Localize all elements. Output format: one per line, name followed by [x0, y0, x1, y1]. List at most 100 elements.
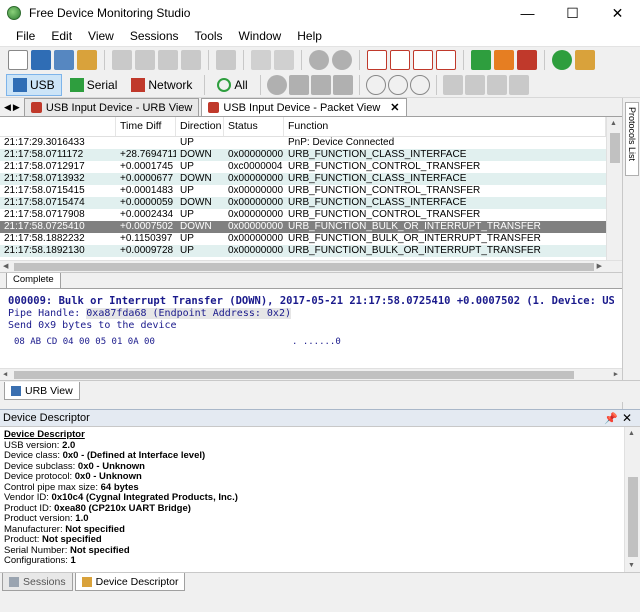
tab-complete[interactable]: Complete: [6, 273, 61, 289]
tab-scroll-right-icon[interactable]: ▶: [13, 102, 20, 113]
grid-vertical-scrollbar[interactable]: ▲: [606, 117, 622, 260]
export-icon[interactable]: [77, 49, 97, 70]
expand-icon[interactable]: [288, 74, 309, 95]
grid-icon[interactable]: [442, 74, 463, 95]
table-row[interactable]: 21:17:58.0711172 +28.7694711 DOWN 0x0000000…: [0, 149, 606, 161]
start-icon[interactable]: [471, 49, 491, 70]
paste-page-icon[interactable]: [274, 49, 294, 70]
cell-direction: UP: [180, 233, 194, 244]
scroll-thumb[interactable]: [628, 477, 638, 557]
scroll-right-icon[interactable]: ▶: [597, 262, 602, 270]
menu-view[interactable]: View: [80, 29, 122, 43]
col-header-time[interactable]: [0, 117, 116, 136]
table-row[interactable]: 21:17:58.0713932 +0.0000677 DOWN 0x00000000…: [0, 173, 606, 185]
scroll-thumb[interactable]: [14, 263, 594, 271]
save-icon[interactable]: [31, 49, 51, 70]
tab-urb-view-bottom[interactable]: URB View: [4, 382, 80, 400]
tab-scroll-left-icon[interactable]: ◀: [4, 102, 11, 113]
settings-icon[interactable]: [309, 49, 329, 70]
col-header-function[interactable]: Function: [284, 117, 606, 136]
filter-serial-button[interactable]: Serial: [64, 74, 124, 96]
stop-icon[interactable]: [517, 49, 537, 70]
scroll-left-icon[interactable]: ◀: [3, 370, 7, 378]
session-add-icon[interactable]: [390, 49, 410, 70]
cell-status: [224, 137, 284, 149]
scroll-down-icon[interactable]: ▼: [628, 562, 635, 569]
table-row[interactable]: 21:17:58.1892130 +0.0009728 UP 0x00000000 UR…: [0, 245, 606, 257]
list-icon[interactable]: [464, 74, 485, 95]
window-title: Free Device Monitoring Studio: [29, 6, 191, 20]
close-tab-icon[interactable]: ✕: [390, 101, 399, 114]
tab-urb-view[interactable]: USB Input Device - URB View: [23, 98, 200, 116]
menu-edit[interactable]: Edit: [43, 29, 80, 43]
menu-tools[interactable]: Tools: [187, 29, 231, 43]
copy-page-icon[interactable]: [251, 49, 271, 70]
detail-horizontal-scrollbar[interactable]: ◀ ▶: [0, 368, 622, 380]
scroll-up-icon[interactable]: ▲: [628, 430, 635, 437]
filter-serial-label: Serial: [86, 77, 118, 92]
close-panel-icon[interactable]: ✕: [622, 411, 632, 425]
menu-help[interactable]: Help: [289, 29, 330, 43]
tab-packet-view[interactable]: USB Input Device - Packet View ✕: [201, 98, 407, 116]
tab-sessions[interactable]: Sessions: [2, 573, 73, 591]
cell-function: URB_FUNCTION_CONTROL_TRANSFER: [288, 209, 481, 220]
table-row[interactable]: 21:17:58.0717908 +0.0002434 UP 0x00000000 UR…: [0, 209, 606, 221]
scroll-thumb[interactable]: [14, 371, 574, 379]
view-icon[interactable]: [332, 74, 353, 95]
options-icon[interactable]: [575, 49, 595, 70]
descriptor-value: 0xea80 (CP210x UART Bridge): [54, 502, 191, 514]
menu-sessions[interactable]: Sessions: [122, 29, 187, 43]
table-icon[interactable]: [508, 74, 529, 95]
chart-icon[interactable]: [486, 74, 507, 95]
filter-all-button[interactable]: All: [211, 74, 253, 96]
scroll-up-icon[interactable]: ▲: [610, 120, 617, 127]
table-row[interactable]: 21:17:58.0715474 +0.0000059 DOWN 0x00000000…: [0, 197, 606, 209]
table-row[interactable]: 21:17:58.0712917 +0.0001745 UP 0xc0000004 UR…: [0, 161, 606, 173]
paste-icon[interactable]: [158, 49, 178, 70]
col-header-direction[interactable]: Direction: [176, 117, 224, 136]
filter-network-button[interactable]: Network: [125, 74, 198, 96]
session-red-icon[interactable]: [367, 49, 387, 70]
col-header-time-diff[interactable]: Time Diff: [116, 117, 176, 136]
close-window-button[interactable]: ✕: [595, 0, 640, 26]
table-row[interactable]: 21:17:29.3016433 UP PnP: Device Connected: [0, 137, 606, 149]
scroll-right-icon[interactable]: ▶: [614, 370, 618, 378]
session-edit-icon[interactable]: [413, 49, 433, 70]
refresh-icon[interactable]: [552, 49, 572, 70]
back-icon[interactable]: [365, 74, 386, 95]
device-tree-icon[interactable]: [266, 74, 287, 95]
copy-icon[interactable]: [135, 49, 155, 70]
table-row[interactable]: 21:17:58.0725410 +0.0007502 DOWN 0x00000000…: [0, 221, 606, 233]
pause-icon[interactable]: [494, 49, 514, 70]
protocols-list-tab[interactable]: Protocols List: [625, 102, 639, 176]
view-tabstrip: URB View: [0, 380, 640, 402]
menu-file[interactable]: File: [8, 29, 43, 43]
tab-device-descriptor[interactable]: Device Descriptor: [74, 573, 186, 591]
forward-icon[interactable]: [387, 74, 408, 95]
filter-usb-button[interactable]: USB: [6, 73, 62, 96]
cut-icon[interactable]: [112, 49, 132, 70]
cell-function: PnP: Device Connected: [288, 137, 395, 148]
session-remove-icon[interactable]: [436, 49, 456, 70]
menu-window[interactable]: Window: [231, 29, 290, 43]
collapse-icon[interactable]: [310, 74, 331, 95]
descriptor-vertical-scrollbar[interactable]: ▲ ▼: [624, 427, 640, 572]
new-document-icon[interactable]: [8, 49, 28, 70]
table-row[interactable]: 21:17:58.0715415 +0.0001483 UP 0x00000000 UR…: [0, 185, 606, 197]
delete-icon[interactable]: [181, 49, 201, 70]
cell-time-diff: +0.1150397: [120, 233, 173, 244]
clipboard-icon[interactable]: [216, 49, 236, 70]
cell-direction: UP: [180, 209, 194, 220]
col-header-status[interactable]: Status: [224, 117, 284, 136]
find-icon[interactable]: [409, 74, 430, 95]
tools-icon[interactable]: [332, 49, 352, 70]
usb-icon: [13, 77, 27, 92]
save-as-icon[interactable]: [54, 49, 74, 70]
table-row[interactable]: 21:17:58.1882232 +0.1150397 UP 0x00000000 UR…: [0, 233, 606, 245]
scroll-thumb[interactable]: [610, 133, 620, 163]
scroll-left-icon[interactable]: ◀: [3, 262, 8, 270]
minimize-button[interactable]: —: [505, 0, 550, 26]
maximize-button[interactable]: ☐: [550, 0, 595, 26]
pin-icon[interactable]: 📌: [604, 412, 618, 425]
grid-horizontal-scrollbar[interactable]: ◀ ▶: [0, 260, 622, 272]
